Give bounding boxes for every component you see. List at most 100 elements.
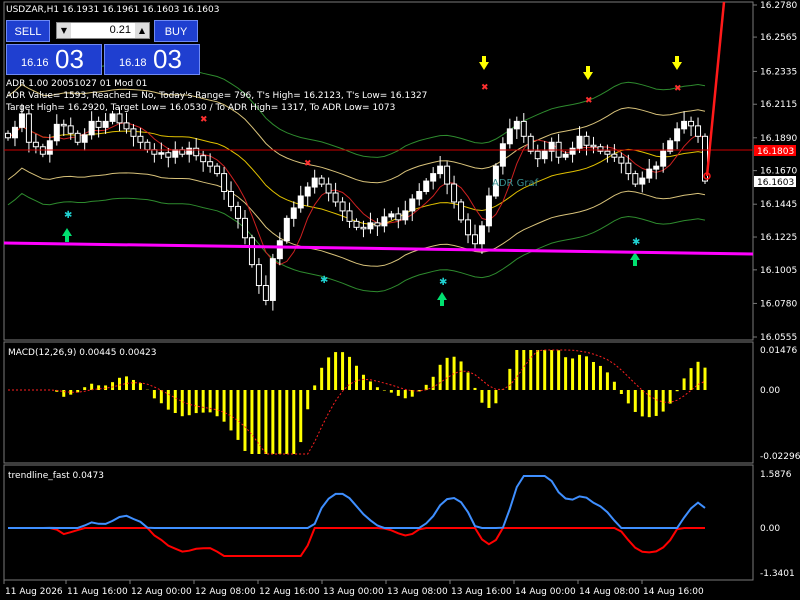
- candle-body: [116, 113, 123, 124]
- candle-body: [193, 147, 200, 157]
- candle-body: [158, 152, 165, 155]
- candle-body: [290, 207, 297, 219]
- adr-graf-label: ADR Graf: [492, 178, 539, 189]
- price-tick-label: 16.0780: [760, 299, 797, 309]
- candle-body: [186, 147, 193, 155]
- candle-body: [506, 128, 513, 145]
- trend-negative-line: [8, 527, 705, 557]
- candle-body: [130, 128, 137, 137]
- trendline-fast: [8, 475, 706, 557]
- candle-body: [60, 123, 67, 127]
- candle-body: [214, 165, 221, 175]
- lot-increase-icon[interactable]: ▲: [135, 23, 149, 38]
- macd-tick-label: 0.00: [760, 386, 780, 396]
- candle-body: [200, 155, 207, 163]
- lot-value[interactable]: 0.21: [110, 23, 131, 38]
- candle-body: [388, 213, 395, 218]
- candle-body: [660, 150, 667, 167]
- candle-body: [471, 234, 478, 245]
- sell-signal-arrow-icon: [672, 56, 682, 70]
- sell-signal-arrow-icon: [479, 56, 489, 70]
- candle-body: [95, 120, 102, 128]
- time-tick-label: 12 Aug 00:00: [131, 587, 192, 597]
- candle-body: [269, 258, 276, 301]
- red-cross-icon: ✖: [481, 83, 489, 93]
- adr-line-2: ADR Value= 1593, Reached= No, Today's Ra…: [6, 91, 427, 101]
- candle-body: [367, 222, 374, 230]
- adr-line-3: Target High= 16.2920, Target Low= 16.053…: [5, 103, 395, 113]
- candle-body: [430, 173, 437, 182]
- macd-signal-line: [8, 349, 706, 455]
- candle-body: [11, 126, 18, 139]
- buy-signal-arrow-icon: [630, 252, 640, 266]
- time-tick-label: 13 Aug 00:00: [323, 587, 384, 597]
- buy-price-small: 16.18: [119, 57, 147, 69]
- sell-button[interactable]: SELL: [6, 20, 50, 42]
- candle-body: [632, 173, 639, 185]
- candle-body: [123, 122, 130, 130]
- buy-button[interactable]: BUY: [154, 20, 198, 42]
- price-tick-label: 16.1225: [760, 233, 797, 243]
- candle-body: [25, 113, 32, 143]
- sell-signal-arrow-icon: [583, 66, 593, 80]
- candle-body: [346, 210, 353, 222]
- time-tick-label: 11 Aug 2026: [5, 587, 63, 597]
- candle-body: [618, 156, 625, 164]
- candle-body: [437, 165, 444, 175]
- chart-canvas: ✱ ✱ ✱ ✱ ✖ ✖ ✖ ✖ ✖ 16.2780 16.2565 16.2335 16.2115 16…: [3, 1, 800, 597]
- candle-body: [402, 210, 409, 221]
- candle-body: [283, 217, 290, 242]
- time-tick-label: 12 Aug 08:00: [195, 587, 256, 597]
- candle-body: [695, 125, 702, 137]
- lot-decrease-icon[interactable]: ▼: [57, 23, 71, 38]
- sell-price-small: 16.16: [21, 57, 49, 69]
- price-tick-label: 16.1670: [760, 167, 797, 177]
- buy-price-box[interactable]: 16.18 03: [104, 44, 200, 75]
- current-price-label: 16.1603: [757, 178, 794, 188]
- cyan-cross-icon: ✱: [64, 210, 72, 221]
- candle-body: [423, 180, 430, 193]
- candle-body: [5, 132, 11, 139]
- candle-body: [562, 153, 569, 158]
- candle-body: [276, 240, 283, 260]
- candle-body: [569, 147, 576, 155]
- trend-tick-label: -1.3401: [760, 569, 795, 579]
- candle-body: [611, 153, 618, 158]
- candle-body: [332, 192, 339, 203]
- adr-line-1: ADR 1.00 20051027 01 Mod 01: [6, 79, 147, 89]
- lot-size-field[interactable]: ▼ 0.21 ▲: [56, 22, 150, 39]
- price-tick-label: 16.2780: [760, 1, 797, 11]
- candle-body: [499, 143, 506, 167]
- time-tick-label: 13 Aug 16:00: [451, 587, 512, 597]
- candle-body: [165, 152, 172, 158]
- candle-body: [409, 198, 416, 212]
- candle-body: [67, 125, 74, 134]
- buy-signal-arrow-icon: [62, 228, 72, 242]
- trend-positive-line: [8, 475, 706, 529]
- sell-price-box[interactable]: 16.16 03: [6, 44, 102, 75]
- candle-body: [46, 140, 53, 155]
- candle-body: [325, 183, 332, 194]
- candle-body: [465, 219, 472, 236]
- price-tick-label: 16.0555: [760, 333, 797, 343]
- candle-body: [304, 186, 311, 197]
- middle-band: [7, 125, 706, 226]
- trend-panel-frame: [3, 464, 754, 581]
- candle-body: [444, 165, 451, 185]
- price-tick-label: 16.1005: [760, 266, 797, 276]
- candle-body: [248, 237, 255, 266]
- candle-body: [207, 161, 214, 167]
- candle-body: [639, 177, 646, 185]
- candle-body: [53, 123, 60, 142]
- candle-body: [395, 213, 402, 221]
- trend-tick-label: 1.5876: [760, 470, 792, 480]
- candle-body: [74, 132, 81, 143]
- time-tick-label: 12 Aug 16:00: [259, 587, 320, 597]
- candle-body: [381, 216, 388, 227]
- buy-signal-arrow-icon: [437, 292, 447, 306]
- candle-body: [688, 120, 695, 127]
- candle-body: [88, 120, 95, 136]
- candle-body: [297, 195, 304, 209]
- candle-body: [458, 201, 465, 221]
- price-tick-label: 16.2565: [760, 33, 797, 43]
